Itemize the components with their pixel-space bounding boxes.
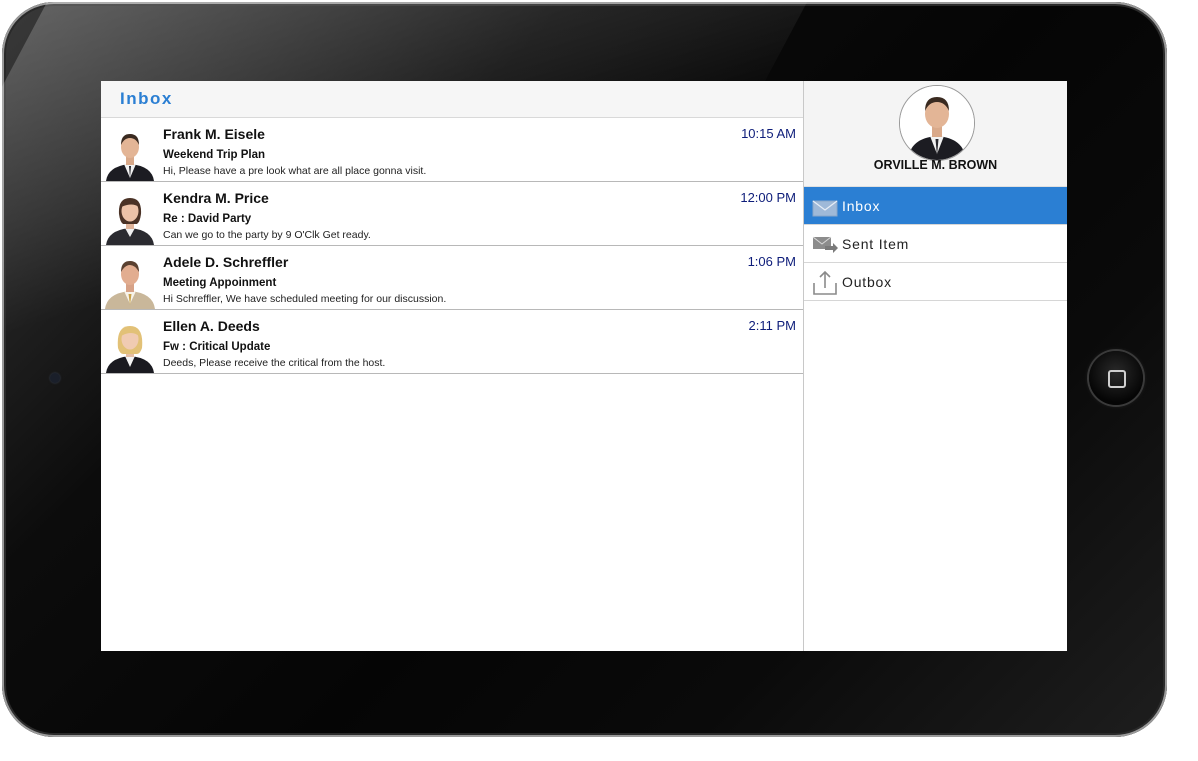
nav-item-outbox[interactable]: Outbox [804,263,1067,301]
sender-name: Kendra M. Price [163,190,269,206]
inbox-header: Inbox [101,81,803,118]
message-row[interactable]: Ellen A. Deeds 2:11 PM Fw : Critical Upd… [101,310,803,374]
sender-avatar [102,190,158,245]
message-time: 2:11 PM [748,318,796,333]
man-portrait-icon [900,86,974,160]
nav-label: Inbox [842,198,881,214]
sender-name: Adele D. Schreffler [163,254,289,270]
message-row[interactable]: Adele D. Schreffler 1:06 PM Meeting Appo… [101,246,803,310]
message-subject: Meeting Appoinment [163,277,277,289]
envelope-icon [812,200,838,217]
nav-label: Sent Item [842,236,910,252]
message-subject: Re : David Party [163,213,252,225]
message-time: 1:06 PM [747,254,796,269]
side-pane: ORVILLE M. BROWN Inbox Sent Item Outbox [804,81,1067,651]
man-portrait-icon [102,126,158,181]
sender-avatar [102,318,158,373]
camera-icon [50,373,60,383]
profile-name: ORVILLE M. BROWN [873,158,998,172]
nav-item-sent[interactable]: Sent Item [804,225,1067,263]
sender-avatar [102,126,158,181]
nav-label: Outbox [842,274,892,290]
message-preview: Deeds, Please receive the critical from … [163,357,386,369]
app-screen: Inbox Frank M. Eisele 10:15 AM Weekend T… [101,81,1067,651]
sender-avatar [102,254,158,309]
message-preview: Hi Schreffler, We have scheduled meeting… [163,293,447,305]
message-row[interactable]: Kendra M. Price 12:00 PM Re : David Part… [101,182,803,246]
woman-portrait-icon [102,318,158,373]
upload-icon [813,270,837,295]
woman-portrait-icon [102,190,158,245]
home-button[interactable] [1089,351,1143,405]
inbox-pane: Inbox Frank M. Eisele 10:15 AM Weekend T… [101,81,803,651]
home-square-icon [1108,370,1126,388]
nav-item-inbox[interactable]: Inbox [804,187,1067,225]
sent-mail-icon [812,236,838,253]
message-subject: Fw : Critical Update [163,341,271,353]
message-preview: Can we go to the party by 9 O'Clk Get re… [163,229,371,241]
sender-name: Ellen A. Deeds [163,318,260,334]
avatar[interactable] [899,85,975,161]
message-time: 10:15 AM [741,126,796,141]
message-time: 12:00 PM [740,190,796,205]
sender-name: Frank M. Eisele [163,126,265,142]
message-subject: Weekend Trip Plan [163,149,266,161]
profile-card: ORVILLE M. BROWN [804,81,1067,187]
message-preview: Hi, Please have a pre look what are all … [163,165,427,177]
man-portrait-icon [102,254,158,309]
message-row[interactable]: Frank M. Eisele 10:15 AM Weekend Trip Pl… [101,118,803,182]
page-title: Inbox [120,89,173,108]
